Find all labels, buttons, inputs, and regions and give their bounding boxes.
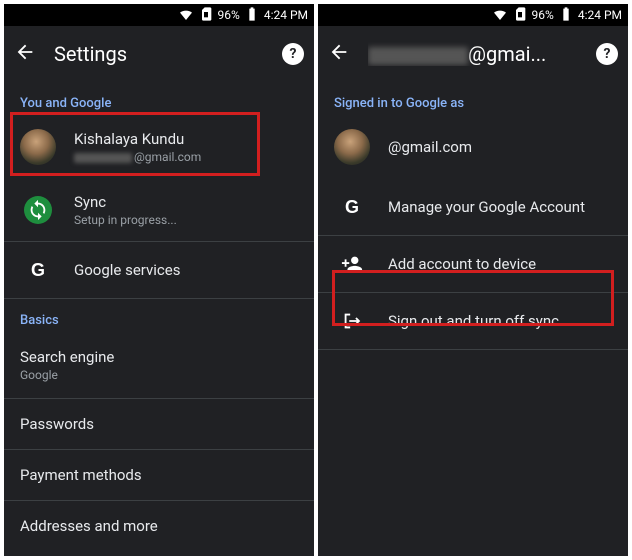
google-services-row[interactable]: G Google services	[4, 242, 314, 298]
page-title: @gmai...	[368, 42, 578, 66]
search-engine-sub: Google	[20, 368, 298, 382]
addresses-label: Addresses and more	[20, 517, 298, 535]
payment-label: Payment methods	[20, 466, 298, 484]
app-bar: @gmai... ?	[318, 26, 628, 82]
status-bar: 96% 4:24 PM	[318, 4, 628, 26]
account-email: @gmail.com	[388, 138, 612, 156]
sim-icon	[198, 6, 214, 25]
wifi-icon	[178, 6, 194, 25]
person-add-icon	[334, 253, 370, 275]
add-account-label: Add account to device	[388, 255, 612, 273]
clock: 4:24 PM	[578, 8, 622, 22]
signout-label: Sign out and turn off sync	[388, 312, 612, 330]
help-button[interactable]: ?	[282, 43, 304, 65]
help-button[interactable]: ?	[596, 43, 618, 65]
status-bar: 96% 4:24 PM	[4, 4, 314, 26]
manage-account-row[interactable]: G Manage your Google Account	[318, 179, 628, 235]
back-button[interactable]	[14, 41, 36, 67]
section-basics: Basics	[4, 299, 314, 332]
clock: 4:24 PM	[264, 8, 308, 22]
app-bar: Settings ?	[4, 26, 314, 82]
battery-icon	[244, 6, 260, 25]
section-signed-in: Signed in to Google as	[318, 82, 628, 115]
add-account-row[interactable]: Add account to device	[318, 236, 628, 292]
passwords-label: Passwords	[20, 415, 298, 433]
wifi-icon	[492, 6, 508, 25]
phone-left: 96% 4:24 PM Settings ? You and Google Ki…	[4, 4, 314, 556]
account-name: Kishalaya Kundu	[74, 130, 298, 148]
google-g-icon: G	[345, 197, 359, 218]
signout-row[interactable]: Sign out and turn off sync	[318, 293, 628, 349]
battery-icon	[558, 6, 574, 25]
sync-row[interactable]: Sync Setup in progress...	[4, 179, 314, 241]
signout-icon	[334, 310, 370, 332]
divider	[318, 349, 628, 350]
avatar	[20, 129, 56, 165]
sync-sub: Setup in progress...	[74, 213, 298, 227]
account-row[interactable]: Kishalaya Kundu @gmail.com	[4, 115, 314, 179]
account-row[interactable]: @gmail.com	[318, 115, 628, 179]
page-title: Settings	[54, 42, 264, 66]
addresses-row[interactable]: Addresses and more	[4, 501, 314, 551]
back-button[interactable]	[328, 41, 350, 67]
sim-icon	[512, 6, 528, 25]
google-services-label: Google services	[74, 261, 298, 279]
passwords-row[interactable]: Passwords	[4, 399, 314, 449]
account-email: @gmail.com	[74, 150, 298, 164]
battery-pct: 96%	[532, 8, 554, 22]
section-you-and-google: You and Google	[4, 82, 314, 115]
battery-pct: 96%	[218, 8, 240, 22]
google-g-icon: G	[31, 260, 45, 281]
sync-label: Sync	[74, 193, 298, 211]
sync-icon	[24, 196, 52, 224]
search-engine-label: Search engine	[20, 348, 298, 366]
payment-row[interactable]: Payment methods	[4, 450, 314, 500]
phone-right: 96% 4:24 PM @gmai... ? Signed in to Goog…	[318, 4, 628, 556]
search-engine-row[interactable]: Search engine Google	[4, 332, 314, 398]
avatar	[334, 129, 370, 165]
manage-account-label: Manage your Google Account	[388, 198, 612, 216]
